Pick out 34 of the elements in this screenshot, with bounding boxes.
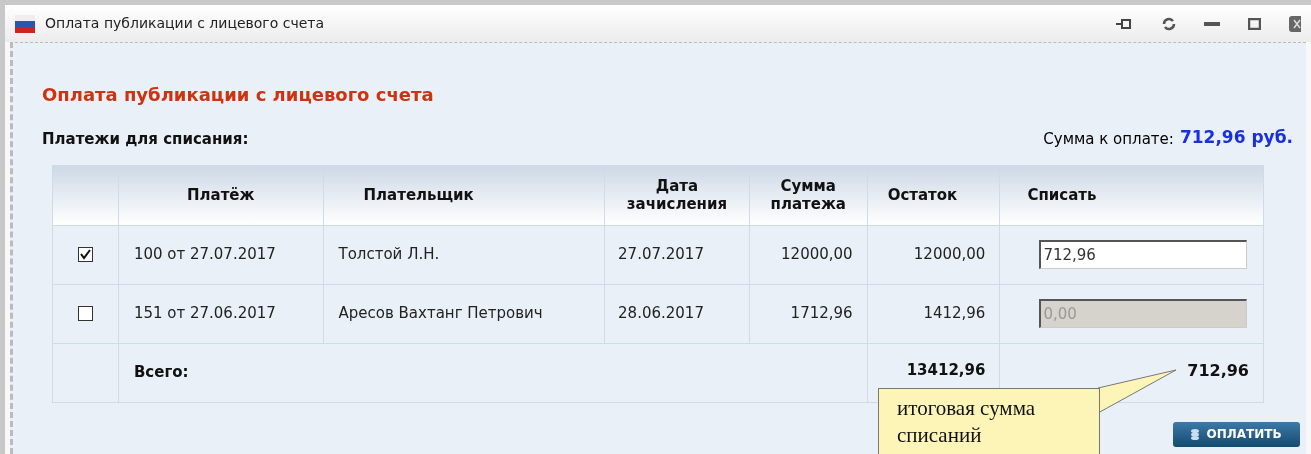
column-header: Дата зачисления [626, 177, 728, 213]
table-cell-text: 12000,00 [913, 244, 986, 266]
table-cell-text: 28.06.2017 [618, 303, 704, 325]
callout-note: итоговая сумма списаний [878, 388, 1100, 454]
minimize-icon[interactable] [1204, 21, 1220, 26]
pin-icon[interactable] [1116, 17, 1134, 30]
maximize-icon[interactable] [1248, 17, 1261, 30]
column-header: Списать [1027, 186, 1097, 204]
window-title: Оплата публикации с лицевого счета [45, 14, 325, 33]
total-writeoff: 712,96 [1187, 359, 1249, 382]
amount-due-value: 712,96 руб. [1179, 126, 1293, 149]
total-label: Всего: [133, 362, 189, 384]
refresh-icon[interactable] [1162, 16, 1176, 31]
table-cell-text: Аресов Вахтанг Петрович [338, 303, 543, 325]
page-heading: Оплата публикации с лицевого счета [42, 83, 435, 107]
pay-button[interactable]: ОПЛАТИТЬ [1173, 421, 1300, 447]
row-checkbox[interactable] [77, 247, 93, 262]
table-cell-text: 12000,00 [781, 244, 853, 266]
table-cell-text: 27.07.2017 [618, 244, 704, 266]
table-cell-text: 1712,96 [790, 303, 853, 325]
flag-icon [15, 14, 35, 33]
column-header: Сумма платежа [770, 177, 846, 213]
column-header: Плательщик [363, 186, 474, 204]
table-cell-text: 1412,96 [923, 303, 986, 325]
column-header: Остаток [887, 186, 958, 204]
close-icon[interactable] [1289, 15, 1301, 32]
writeoff-field[interactable]: 712,96 [1039, 240, 1248, 269]
column-header: Платёж [186, 186, 255, 204]
total-balance: 13412,96 [906, 360, 986, 382]
table-cell-text: 100 от 27.07.2017 [133, 244, 276, 266]
table-cell-text: 151 от 27.06.2017 [133, 303, 276, 325]
section-label: Платежи для списания: [42, 129, 249, 150]
table-cell-text: Толстой Л.Н. [338, 244, 440, 266]
amount-due-label: Сумма к оплате: [1043, 129, 1174, 150]
